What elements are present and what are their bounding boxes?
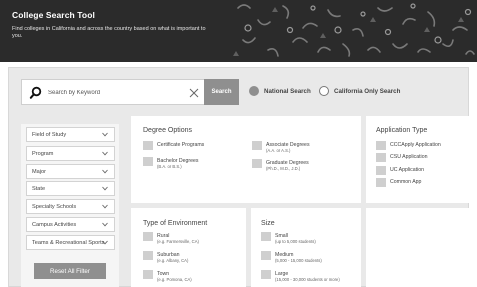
search-icon (29, 86, 42, 99)
dropdown-label: Campus Activities (32, 222, 77, 228)
small-size-checkbox[interactable]: Small (up to 5,000 students) (261, 232, 316, 244)
checkbox-box (143, 232, 153, 241)
major-dropdown[interactable]: Major (26, 164, 115, 179)
uc-application-checkbox[interactable]: UC Application (376, 166, 424, 175)
search-button[interactable]: Search (204, 79, 239, 105)
chevron-down-icon (102, 169, 108, 174)
certificate-programs-checkbox[interactable]: Certificate Programs (143, 141, 204, 150)
checkbox-sublabel: (e.g. Farmersville, CA) (157, 239, 199, 244)
campus-activities-dropdown[interactable]: Campus Activities (26, 217, 115, 232)
dropdown-label: Field of Study (32, 132, 67, 138)
state-dropdown[interactable]: State (26, 181, 115, 196)
page-title: College Search Tool (12, 10, 95, 20)
checkbox-box (143, 157, 153, 166)
chevron-down-icon (102, 204, 108, 209)
size-panel: Size Small (up to 5,000 students) Medium(… (251, 208, 361, 287)
checkbox-sublabel: (A.A. or A.S.) (266, 148, 291, 153)
checkbox-label: UC Application (390, 167, 425, 173)
decorative-pattern (233, 3, 475, 57)
california-search-label: California Only Search (334, 87, 401, 95)
csu-application-checkbox[interactable]: CSU Application (376, 153, 428, 162)
checkbox-box (143, 270, 153, 279)
application-type-panel: Application Type CCCApply Application CS… (366, 116, 469, 203)
cccapply-checkbox[interactable]: CCCApply Application (376, 141, 441, 150)
radio-selected-icon (249, 86, 259, 96)
chevron-down-icon (102, 222, 108, 227)
checkbox-label: CSU Application (390, 154, 428, 160)
chevron-down-icon (102, 240, 108, 245)
checkbox-box (261, 232, 271, 241)
field-of-study-dropdown[interactable]: Field of Study (26, 127, 115, 142)
bachelor-degrees-checkbox[interactable]: Bachelor Degrees (B.A. or B.S.) (143, 157, 199, 169)
checkbox-box (143, 251, 153, 260)
dropdown-label: Major (32, 169, 46, 175)
degree-options-title: Degree Options (143, 127, 193, 134)
checkbox-label: CCCApply Application (390, 142, 441, 148)
checkbox-box (261, 270, 271, 279)
program-dropdown[interactable]: Program (26, 146, 115, 161)
checkbox-label: Common App (390, 179, 422, 185)
california-search-radio[interactable]: California Only Search (319, 86, 400, 96)
filter-sidebar: Field of Study Program Major State Speci… (21, 124, 119, 287)
search-bar: Search (21, 79, 239, 105)
checkbox-sublabel: (15,000 - 30,000 students or more) (275, 277, 340, 282)
medium-size-checkbox[interactable]: Medium (5,000 - 15,000 students) (261, 251, 322, 263)
common-app-checkbox[interactable]: Common App (376, 178, 421, 187)
checkbox-box (376, 166, 386, 175)
national-search-radio[interactable]: National Search (249, 86, 311, 96)
checkbox-box (376, 153, 386, 162)
graduate-degrees-checkbox[interactable]: Graduate Degrees (Ph.D., M.D., J.D.) (252, 159, 309, 171)
checkbox-sublabel: (B.A. or B.S.) (157, 164, 182, 169)
large-size-checkbox[interactable]: Large (15,000 - 30,000 students or more) (261, 270, 340, 282)
degree-options-panel: Degree Options Certificate Programs Asso… (131, 116, 361, 203)
checkbox-sublabel: (up to 5,000 students) (275, 239, 316, 244)
dropdown-label: Teams & Recreational Sports (32, 240, 105, 246)
header-text: College Search Tool Find colleges in Cal… (12, 10, 212, 40)
specialty-schools-dropdown[interactable]: Specialty Schools (26, 199, 115, 214)
checkbox-sublabel: (Ph.D., M.D., J.D.) (266, 166, 301, 171)
suburban-checkbox[interactable]: Suburban (e.g. Albany, CA) (143, 251, 188, 263)
checkbox-box (376, 141, 386, 150)
checkbox-box (252, 159, 262, 168)
page-header: College Search Tool Find colleges in Cal… (0, 0, 477, 62)
environment-panel: Type of Environment Rural (e.g. Farmersvi… (131, 208, 246, 287)
checkbox-sublabel: (5,000 - 15,000 students) (275, 258, 322, 263)
checkbox-box (376, 178, 386, 187)
associate-degrees-checkbox[interactable]: Associate Degrees (A.A. or A.S.) (252, 141, 310, 153)
checkbox-box (252, 141, 262, 150)
environment-title: Type of Environment (143, 220, 208, 227)
checkbox-box (261, 251, 271, 260)
chevron-down-icon (102, 132, 108, 137)
chevron-down-icon (102, 151, 108, 156)
chevron-down-icon (102, 186, 108, 191)
rural-checkbox[interactable]: Rural (e.g. Farmersville, CA) (143, 232, 199, 244)
dropdown-label: Program (32, 151, 54, 157)
dropdown-label: Specialty Schools (32, 204, 77, 210)
checkbox-box (143, 141, 153, 150)
reset-all-filter-button[interactable]: Reset All Filter (34, 263, 106, 279)
teams-sports-dropdown[interactable]: Teams & Recreational Sports (26, 235, 115, 250)
size-title: Size (261, 220, 275, 227)
national-search-label: National Search (264, 87, 311, 95)
close-icon[interactable] (188, 87, 200, 99)
checkbox-label: Certificate Programs (157, 142, 205, 148)
checkbox-sublabel: (e.g. Pomona, CA) (157, 277, 192, 282)
application-type-title: Application Type (376, 127, 428, 134)
town-checkbox[interactable]: Town (e.g. Pomona, CA) (143, 270, 192, 282)
radio-unselected-icon (319, 86, 329, 96)
page-subtitle: Find colleges in California and across t… (12, 26, 206, 39)
search-input[interactable] (48, 86, 188, 100)
empty-panel (366, 208, 469, 287)
checkbox-sublabel: (e.g. Albany, CA) (157, 258, 189, 263)
dropdown-label: State (32, 186, 46, 192)
